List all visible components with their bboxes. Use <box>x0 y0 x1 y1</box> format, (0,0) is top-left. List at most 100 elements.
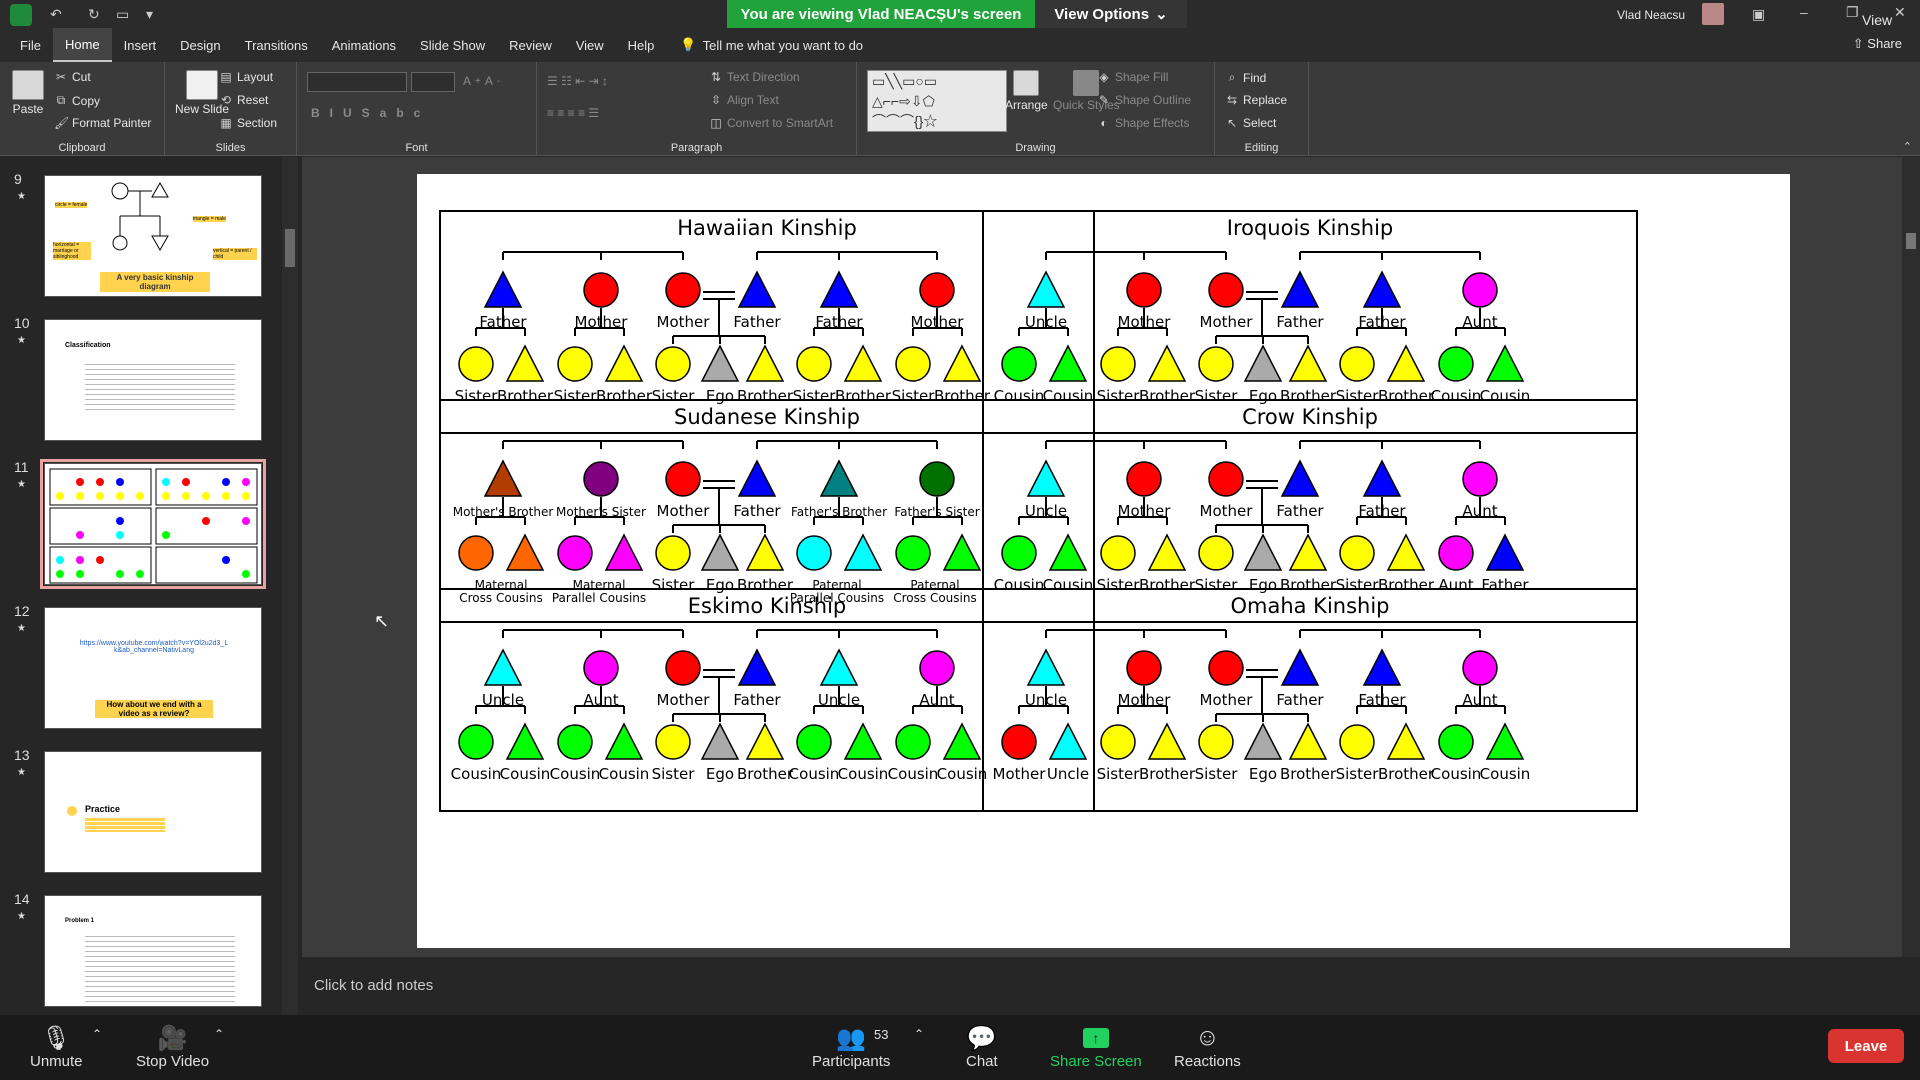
redo-icon[interactable]: ↻ <box>88 6 100 23</box>
tell-me-text: Tell me what you want to do <box>702 37 864 53</box>
font-style-buttons[interactable]: BIUSabc <box>311 106 430 120</box>
male-triangle <box>1288 722 1328 760</box>
participants-label: Participants <box>812 1053 891 1070</box>
chat-bubble-icon: 💬 <box>966 1024 997 1052</box>
arrange-button[interactable]: Arrange <box>1005 70 1048 112</box>
collapse-ribbon-icon[interactable]: ⌃ <box>1903 140 1912 153</box>
share-button[interactable]: ⇧ Share <box>1853 36 1902 52</box>
share-screen-button[interactable]: ↑ Share Screen <box>1050 1023 1142 1070</box>
maximize-icon[interactable]: ❐ <box>1846 4 1859 21</box>
undo-icon[interactable]: ↶ <box>50 6 62 23</box>
slide-thumbnail-9[interactable]: A very basic kinship diagram circle = fe… <box>44 175 262 297</box>
reset-button[interactable]: ⟲ Reset <box>219 93 268 107</box>
text-direction-label: Text Direction <box>727 70 800 84</box>
editing-group: ⌕ Find ⇆ Replace ↖ Select Editing <box>1215 62 1309 156</box>
stop-video-button[interactable]: 🎥 Stop Video <box>136 1023 209 1071</box>
leave-button[interactable]: Leave <box>1828 1029 1904 1063</box>
paste-button[interactable]: Paste <box>12 70 44 116</box>
tab-review[interactable]: Review <box>497 28 564 62</box>
tab-slide-show[interactable]: Slide Show <box>408 28 497 62</box>
shape-fill-button[interactable]: ◈ Shape Fill <box>1097 70 1168 84</box>
align-buttons[interactable]: ≡ ≡ ≡ ≡ ☰ <box>547 106 599 120</box>
convert-smartart-button[interactable]: ◫ Convert to SmartArt <box>709 116 833 130</box>
arrange-icon <box>1013 70 1040 96</box>
tell-me-box[interactable]: 💡 Tell me what you want to do <box>680 37 863 53</box>
minimize-icon[interactable]: – <box>1800 4 1808 20</box>
parent-label: Mother <box>1118 502 1172 520</box>
slide-thumbnail-14[interactable]: Problem 1 <box>44 895 262 1007</box>
child-label: Brother <box>737 765 794 783</box>
male-triangle <box>604 344 644 382</box>
notes-pane[interactable]: Click to add notes <box>302 963 1902 1015</box>
unmute-button[interactable]: 🎙 Unmute <box>30 1023 83 1071</box>
cursor-icon: ↖ <box>1226 116 1238 130</box>
male-triangle <box>700 722 740 760</box>
male-triangle <box>942 344 982 382</box>
close-icon[interactable]: ✕ <box>1894 4 1906 21</box>
thumb-9-label: circle = female <box>55 202 88 208</box>
tab-transitions[interactable]: Transitions <box>233 28 320 62</box>
thumbnails-scrollbar[interactable] <box>282 157 298 1015</box>
text-direction-button[interactable]: ⇅ Text Direction <box>709 70 800 84</box>
text-direction-icon: ⇅ <box>710 70 722 84</box>
thumb-number: 12 <box>14 603 30 619</box>
parent-label: Uncle <box>1025 313 1067 331</box>
slide-thumbnail-12[interactable]: https://www.youtube.com/watch?v=YOl2u2d3… <box>44 607 262 729</box>
tab-home[interactable]: Home <box>52 28 112 62</box>
child-label: Sister <box>652 765 696 783</box>
select-button[interactable]: ↖ Select <box>1225 116 1276 130</box>
slide-thumbnail-11[interactable] <box>40 459 266 589</box>
child-label: Mother <box>993 765 1047 783</box>
section-button[interactable]: ▦ Section <box>219 116 277 130</box>
parent-label: Uncle <box>482 691 524 709</box>
slide-thumbnail-13[interactable]: Practice <box>44 751 262 873</box>
shapes-gallery[interactable]: ▭╲╲▭○▭ △⌐⌐⇨⇩⬠ ⌒⌒⌒{}☆ <box>867 70 1007 132</box>
slide-thumbnail-10[interactable]: Classification <box>44 319 262 441</box>
font-size-box[interactable] <box>411 72 455 92</box>
tab-view[interactable]: View <box>564 28 616 62</box>
view-options-label: View Options <box>1054 5 1150 23</box>
reactions-button[interactable]: ☺ Reactions <box>1174 1023 1241 1070</box>
grow-font-icon[interactable]: A + A- <box>463 74 500 88</box>
align-text-button[interactable]: ⇳ Align Text <box>709 93 779 107</box>
shape-effects-button[interactable]: ◐ Shape Effects <box>1097 116 1189 130</box>
ribbon-display-icon[interactable]: ▣ <box>1752 6 1765 23</box>
child-label: Cousin <box>451 765 502 783</box>
thumb-14-text-lines <box>85 932 235 1002</box>
chevron-up-icon[interactable]: ⌃ <box>92 1027 102 1041</box>
tab-design[interactable]: Design <box>168 28 232 62</box>
font-name-box[interactable] <box>307 72 407 92</box>
scroll-thumb[interactable] <box>285 229 295 267</box>
tab-help[interactable]: Help <box>616 28 667 62</box>
view-label[interactable]: View <box>1862 12 1892 28</box>
parent-label: Father <box>733 502 781 520</box>
female-circle <box>1198 346 1234 382</box>
quick-styles-icon <box>1073 70 1100 96</box>
effects-icon: ◐ <box>1100 116 1108 130</box>
tab-insert[interactable]: Insert <box>112 28 169 62</box>
chevron-up-icon[interactable]: ⌃ <box>914 1027 924 1041</box>
layout-button[interactable]: ▤ Layout <box>219 70 273 84</box>
customize-qat-icon[interactable]: ▾ <box>146 6 153 23</box>
chat-button[interactable]: 💬 Chat <box>966 1023 998 1071</box>
parent-label: Mother <box>657 313 711 331</box>
slide-canvas[interactable]: Hawaiian Kinship Father Mother Mother Father… <box>417 174 1790 948</box>
tab-file[interactable]: File <box>0 28 53 62</box>
editor-scrollbar[interactable] <box>1902 157 1920 957</box>
male-triangle <box>604 533 644 571</box>
list-buttons[interactable]: ☰ ☷ ⇤ ⇥ ↕ <box>547 74 608 88</box>
shape-outline-button[interactable]: ✎ Shape Outline <box>1097 93 1191 107</box>
present-icon[interactable]: ▭ <box>116 6 129 23</box>
find-button[interactable]: ⌕ Find <box>1225 70 1267 85</box>
format-painter-button[interactable]: 🖌 Format Painter <box>54 116 151 130</box>
cut-button[interactable]: ✂ Cut <box>54 70 91 84</box>
copy-button[interactable]: ⧉ Copy <box>54 93 100 108</box>
scroll-thumb[interactable] <box>1906 233 1916 249</box>
chevron-up-icon[interactable]: ⌃ <box>214 1027 224 1041</box>
tab-animations[interactable]: Animations <box>320 28 408 62</box>
layout-icon: ▤ <box>220 70 232 84</box>
replace-button[interactable]: ⇆ Replace <box>1225 93 1287 107</box>
avatar[interactable] <box>1702 3 1724 25</box>
view-options-button[interactable]: View Options ⌄ <box>1035 0 1187 28</box>
participants-icon: 👥 <box>836 1024 867 1052</box>
